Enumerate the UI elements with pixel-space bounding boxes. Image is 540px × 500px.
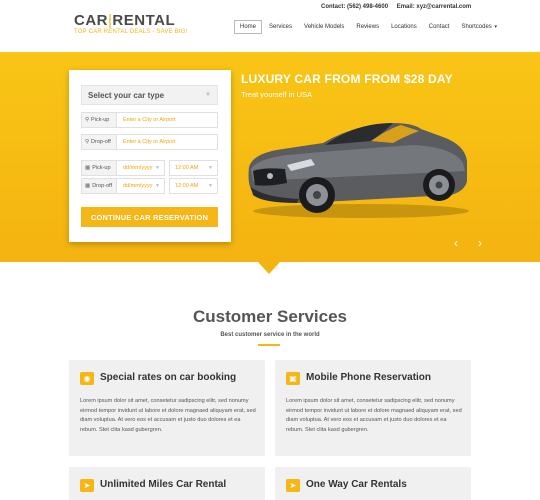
- car-type-placeholder: Select your car type: [88, 91, 165, 100]
- section-divider: [258, 344, 280, 346]
- pickup-location-input[interactable]: Enter a City or Airport: [123, 117, 176, 123]
- dropoff-date-label: ▦ Drop-off: [82, 179, 117, 193]
- contact-email[interactable]: Email: xyz@carrental.com: [397, 4, 472, 10]
- nav-item-shortcodes-label: Shortcodes: [461, 24, 492, 30]
- section-subtitle: Best customer service in the world: [220, 332, 320, 338]
- logo-text-car: CAR: [74, 12, 108, 29]
- hero-pointer-arrow: [258, 262, 280, 274]
- road-icon: ➤: [80, 479, 94, 492]
- contact-info: Contact: (562) 498-4600 Email: xyz@carre…: [321, 4, 478, 10]
- phone-icon: ▣: [286, 372, 300, 385]
- pickup-date-label: ▦ Pick-up: [82, 161, 117, 175]
- hero-title: LUXURY CAR FROM FROM $28 DAY: [241, 72, 453, 86]
- calendar-icon: ▦: [85, 165, 91, 171]
- nav-item-home[interactable]: Home: [234, 20, 263, 34]
- chevron-down-icon: ▼: [208, 165, 213, 171]
- calendar-icon: ▦: [85, 183, 91, 189]
- dropoff-time-select[interactable]: 12:00 AM ▼: [169, 178, 218, 194]
- service-card: ➤ Unlimited Miles Car Rental: [69, 467, 265, 500]
- pickup-location-field[interactable]: ⚲ Pick-up Enter a City or Airport: [81, 112, 218, 128]
- slider-next-arrow-icon[interactable]: ›: [478, 236, 482, 250]
- car-image: [248, 123, 469, 218]
- nav-item-vehicle-models[interactable]: Vehicle Models: [299, 21, 349, 33]
- service-card-title[interactable]: Unlimited Miles Car Rental: [100, 479, 226, 490]
- hero-subtitle: Treat yourself in USA: [241, 90, 312, 99]
- chevron-down-icon: ▼: [155, 165, 160, 171]
- logo-text-rental: RENTAL: [112, 12, 176, 29]
- service-card-title[interactable]: Mobile Phone Reservation: [306, 372, 431, 383]
- service-card: ➤ One Way Car Rentals: [275, 467, 471, 500]
- nav-item-services[interactable]: Services: [264, 21, 297, 33]
- service-card-body: Lorem ipsum dolor sit amet, consetetur s…: [80, 398, 256, 433]
- tag-icon: ◉: [80, 372, 94, 385]
- pickup-date-field[interactable]: ▦ Pick-up dd/mm/yyyy ▼: [81, 160, 165, 176]
- dropoff-location-field[interactable]: ⚲ Drop-off Enter a City or Airport: [81, 134, 218, 150]
- slider-prev-arrow-icon[interactable]: ‹: [454, 236, 458, 250]
- site-tagline: TOP CAR RENTAL DEALS - SAVE BIG!: [74, 29, 188, 35]
- chevron-down-icon: ▼: [208, 183, 213, 189]
- chevron-down-icon: ▼: [155, 183, 160, 189]
- dropoff-location-input[interactable]: Enter a City or Airport: [123, 139, 176, 145]
- chevron-down-icon: ▼: [205, 92, 211, 98]
- site-logo[interactable]: CAR|RENTAL: [74, 12, 175, 29]
- pickup-time-value: 12:00 AM: [175, 165, 199, 171]
- pickup-time-select[interactable]: 12:00 AM ▼: [169, 160, 218, 176]
- main-nav: Home Services Vehicle Models Reviews Loc…: [234, 20, 504, 34]
- dropoff-time-value: 12:00 AM: [175, 183, 199, 189]
- pickup-location-label: ⚲ Pick-up: [82, 113, 117, 127]
- nav-item-shortcodes[interactable]: Shortcodes ▾: [456, 21, 502, 33]
- contact-phone: Contact: (562) 498-4600: [321, 4, 389, 10]
- chevron-down-icon: ▾: [494, 24, 497, 30]
- service-card: ◉ Special rates on car booking Lorem ips…: [69, 360, 265, 456]
- dropoff-date-field[interactable]: ▦ Drop-off dd/mm/yyyy ▼: [81, 178, 165, 194]
- continue-reservation-button[interactable]: CONTINUE CAR RESERVATION: [81, 207, 218, 227]
- nav-item-contact[interactable]: Contact: [424, 21, 455, 33]
- site-header: CAR|RENTAL TOP CAR RENTAL DEALS - SAVE B…: [0, 0, 540, 52]
- dropoff-location-label: ⚲ Drop-off: [82, 135, 117, 149]
- arrow-icon: ➤: [286, 479, 300, 492]
- service-card-title[interactable]: One Way Car Rentals: [306, 479, 407, 490]
- service-card: ▣ Mobile Phone Reservation Lorem ipsum d…: [275, 360, 471, 456]
- nav-item-locations[interactable]: Locations: [386, 21, 422, 33]
- map-pin-icon: ⚲: [85, 139, 90, 145]
- dropoff-date-input[interactable]: dd/mm/yyyy: [123, 183, 152, 189]
- service-card-title[interactable]: Special rates on car booking: [100, 372, 236, 383]
- car-type-select[interactable]: Select your car type ▼: [81, 85, 218, 105]
- nav-item-reviews[interactable]: Reviews: [351, 21, 384, 33]
- section-title: Customer Services: [192, 307, 348, 326]
- booking-form: Select your car type ▼ ⚲ Pick-up Enter a …: [69, 70, 231, 242]
- map-pin-icon: ⚲: [85, 117, 90, 123]
- service-card-body: Lorem ipsum dolor sit amet, consetetur s…: [286, 398, 462, 433]
- pickup-date-input[interactable]: dd/mm/yyyy: [123, 165, 152, 171]
